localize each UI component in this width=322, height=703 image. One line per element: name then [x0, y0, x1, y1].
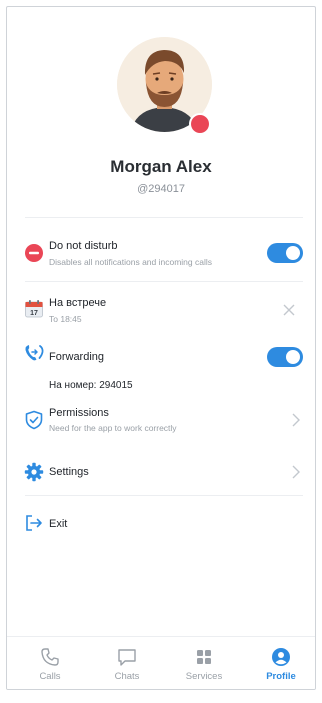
- permissions-title: Permissions: [49, 407, 109, 419]
- profile-screen: Morgan Alex @294017 Do not disturb Disab…: [6, 6, 316, 690]
- forwarding-title: Forwarding: [49, 351, 105, 363]
- close-icon[interactable]: [283, 304, 295, 316]
- tab-profile[interactable]: Profile: [251, 637, 311, 689]
- toggle-knob: [286, 246, 300, 260]
- chat-icon: [118, 649, 136, 666]
- dnd-subtitle: Disables all notifications and incoming …: [49, 257, 212, 267]
- exit-title: Exit: [49, 518, 68, 530]
- divider: [25, 281, 303, 282]
- toggle-knob: [286, 350, 300, 364]
- chevron-right-icon: [292, 465, 300, 479]
- grid-icon: [197, 650, 211, 664]
- tab-label: Profile: [266, 671, 296, 682]
- meeting-subtitle: To 18:45: [49, 314, 82, 324]
- forward-call-icon: [25, 345, 44, 361]
- exit-row[interactable]: Exit: [7, 511, 315, 537]
- settings-title: Settings: [49, 466, 89, 478]
- chevron-right-icon: [292, 413, 300, 427]
- svg-text:17: 17: [30, 310, 38, 317]
- permissions-row[interactable]: Permissions Need for the app to work cor…: [7, 405, 315, 439]
- tab-chats[interactable]: Chats: [97, 637, 157, 689]
- forwarding-row: Forwarding На номер: 294015: [7, 341, 315, 391]
- permissions-subtitle: Need for the app to work correctly: [49, 423, 177, 433]
- tab-calls[interactable]: Calls: [20, 637, 80, 689]
- divider: [25, 495, 303, 496]
- dnd-toggle[interactable]: [267, 243, 303, 263]
- phone-icon: [41, 648, 59, 666]
- dnd-title: Do not disturb: [49, 240, 118, 252]
- dnd-row: Do not disturb Disables all notification…: [7, 237, 315, 271]
- settings-row[interactable]: Settings: [7, 459, 315, 485]
- meeting-row[interactable]: 17 На встрече To 18:45: [7, 293, 315, 327]
- profile-name: Morgan Alex: [110, 157, 212, 176]
- profile-handle: @294017: [137, 183, 185, 195]
- logout-icon: [26, 515, 42, 531]
- minus-circle-icon: [25, 244, 43, 262]
- calendar-icon: 17: [25, 300, 43, 318]
- person-icon: [272, 648, 290, 666]
- gear-icon: [24, 462, 44, 482]
- forwarding-toggle[interactable]: [267, 347, 303, 367]
- divider: [25, 217, 303, 218]
- shield-check-icon: [25, 410, 43, 430]
- forwarding-number: На номер: 294015: [49, 380, 133, 391]
- status-badge[interactable]: [189, 113, 211, 135]
- tab-label: Calls: [39, 671, 61, 682]
- meeting-title: На встрече: [49, 297, 107, 309]
- tab-services[interactable]: Services: [174, 637, 234, 689]
- bottom-tab-bar: Calls Chats Services Profile: [7, 636, 315, 689]
- tab-label: Services: [185, 671, 223, 682]
- tab-label: Chats: [114, 671, 140, 682]
